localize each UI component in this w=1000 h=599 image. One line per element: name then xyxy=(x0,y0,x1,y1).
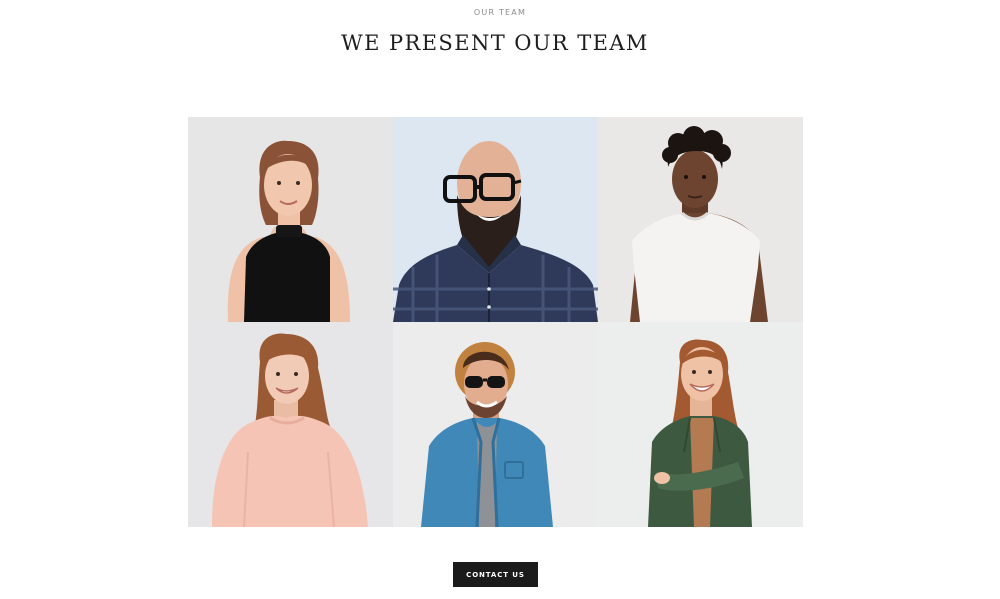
team-section: OUR TEAM WE PRESENT OUR TEAM CONTACT US xyxy=(0,0,1000,599)
team-member-card xyxy=(188,322,393,527)
section-eyebrow: OUR TEAM xyxy=(473,8,527,17)
man-white-tshirt-photo xyxy=(598,117,803,322)
woman-pink-sweater-photo xyxy=(188,322,393,527)
team-member-card xyxy=(598,322,803,527)
team-member-card xyxy=(188,117,393,322)
team-member-card xyxy=(393,322,598,527)
page-title: WE PRESENT OUR TEAM xyxy=(341,31,649,55)
woman-black-top-photo xyxy=(188,117,393,322)
team-member-card xyxy=(393,117,598,322)
man-hat-sunglasses-denim-photo xyxy=(393,322,598,527)
team-member-card xyxy=(598,117,803,322)
woman-green-shirt-photo xyxy=(598,322,803,527)
bald-man-glasses-beard-photo xyxy=(393,117,598,322)
team-grid xyxy=(188,117,803,527)
contact-us-button[interactable]: CONTACT US xyxy=(453,562,538,587)
